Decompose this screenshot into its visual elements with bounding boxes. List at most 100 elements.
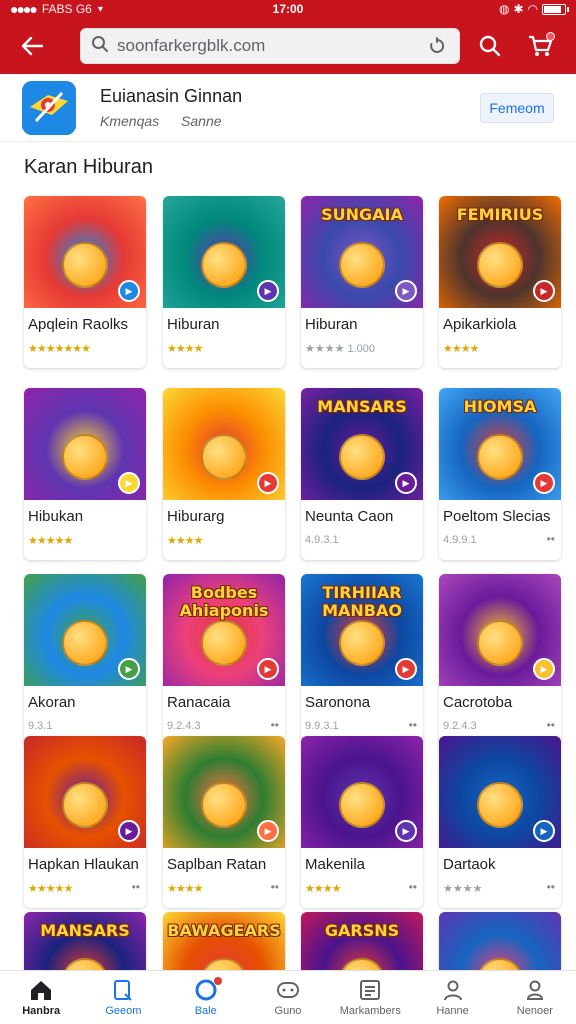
app-card[interactable]: ▶ Saplban Ratan ★★★★ •• — [163, 736, 285, 908]
app-card[interactable]: ▶ Apqlein Raolks ★★★★★★★ — [24, 196, 146, 368]
account-icon — [522, 978, 548, 1002]
thumbnail-title: BAWAGEARS — [167, 921, 281, 940]
app-card[interactable]: SUNGAIA ▶ Hiburan ★★★★ 1.000 — [301, 196, 423, 368]
book-icon — [110, 978, 136, 1002]
app-card-title: Saronona — [305, 694, 371, 711]
app-card-title: Makenila — [305, 856, 366, 873]
battery-icon — [542, 3, 569, 15]
app-card-rating: 9.2.4.3 — [443, 720, 477, 732]
play-badge-icon: ▶ — [395, 658, 417, 680]
app-card[interactable]: Bodbes Ahiaponis ▶ Ranacaia 9.2.4.3 •• — [163, 574, 285, 746]
app-card-rating: ★★★★ — [443, 883, 483, 895]
section-title: Karan Hiburan — [24, 156, 153, 178]
app-card-rating: 9.9.3.1 — [305, 720, 339, 732]
back-arrow-icon[interactable] — [12, 26, 52, 66]
more-options-icon[interactable]: •• — [547, 532, 555, 546]
nav-label-list: Markambers — [339, 1005, 401, 1017]
cart-badge — [546, 32, 555, 41]
app-card[interactable]: ▶ Hiburarg ★★★★ — [163, 388, 285, 560]
character-icon — [201, 434, 247, 480]
character-icon — [339, 242, 385, 288]
more-options-icon[interactable]: •• — [132, 880, 140, 894]
app-card-rating: ★★★★ — [167, 535, 203, 547]
more-options-icon[interactable]: •• — [409, 718, 417, 732]
nav-item-games[interactable]: Guno — [247, 971, 329, 1024]
app-thumbnail: FEMIRIUS ▶ — [439, 196, 561, 308]
character-icon — [339, 620, 385, 666]
app-card[interactable]: ▶ Dartaok ★★★★ •• — [439, 736, 561, 908]
app-thumbnail: HIOMSA ▶ — [439, 388, 561, 500]
play-badge-icon: ▶ — [118, 658, 140, 680]
app-card-title: Saplban Ratan — [167, 856, 267, 873]
url-search-bar[interactable] — [80, 28, 460, 64]
cart-icon[interactable] — [520, 26, 560, 66]
app-card[interactable]: ▶ Makenila ★★★★ •• — [301, 736, 423, 908]
more-options-icon[interactable]: •• — [271, 880, 279, 894]
app-card[interactable]: ▶ Hibukan ★★★★★ — [24, 388, 146, 560]
wifi-icon: ◠ — [527, 2, 538, 16]
play-badge-icon: ▶ — [118, 820, 140, 842]
app-card-rating: ★★★★★★★ — [28, 343, 91, 355]
more-options-icon[interactable]: •• — [547, 880, 555, 894]
app-card[interactable]: FEMIRIUS ▶ Apikarkiola ★★★★ — [439, 196, 561, 368]
app-thumbnail: ▶ — [439, 574, 561, 686]
install-button[interactable]: Femeom — [480, 92, 554, 123]
more-options-icon[interactable]: •• — [271, 718, 279, 732]
play-badge-icon: ▶ — [257, 280, 279, 302]
status-bar: ●●●● FABS G6 ▾ 17:00 ◍ ✱ ◠ — [0, 0, 576, 18]
notification-dot — [213, 977, 222, 985]
app-info: Euianasin Ginnan Kmenqas Sanne — [100, 86, 242, 129]
app-card[interactable]: ▶ Hiburan ★★★★ — [163, 196, 285, 368]
app-card-title: Apikarkiola — [443, 316, 517, 333]
app-subtitle: Kmenqas Sanne — [100, 113, 242, 129]
app-card[interactable]: ▶ Akoran 9.3.1 — [24, 574, 146, 746]
app-card-title: Hapkan Hlaukan — [28, 856, 139, 873]
more-options-icon[interactable]: •• — [547, 718, 555, 732]
app-thumbnail: ▶ — [24, 388, 146, 500]
character-icon — [201, 782, 247, 828]
carrier-label: FABS G6 — [41, 2, 92, 16]
app-card-title: Neunta Caon — [305, 508, 394, 525]
app-card[interactable]: MANSARS ▶ Neunta Caon 4.9.3.1 — [301, 388, 423, 560]
nav-label-account: Nenoer — [516, 1005, 553, 1017]
play-badge-icon: ▶ — [533, 280, 555, 302]
search-input[interactable] — [117, 36, 425, 56]
nav-item-books[interactable]: Geeom — [82, 971, 164, 1024]
app-screen: { "status_bar": {"carrier": "FABS G6", "… — [0, 0, 576, 1024]
app-card-rating: ★★★★ — [305, 883, 341, 895]
app-card-title: Ranacaia — [167, 694, 231, 711]
more-options-icon[interactable]: •• — [409, 880, 417, 894]
nav-label-home: Hanbra — [22, 1005, 61, 1017]
app-category: Sanne — [181, 113, 222, 129]
play-badge-icon: ▶ — [257, 472, 279, 494]
app-card-rating: ★★★★ — [167, 883, 203, 895]
play-badge-icon: ▶ — [533, 472, 555, 494]
search-button-icon[interactable] — [470, 26, 510, 66]
thumbnail-title: Bodbes Ahiaponis — [179, 583, 269, 620]
app-card[interactable]: ▶ Hapkan Hlaukan ★★★★★ •• — [24, 736, 146, 908]
location-icon: ◍ — [498, 2, 510, 16]
app-card[interactable]: HIOMSA ▶ Poeltom Slecias 4.9.9.1 •• — [439, 388, 561, 560]
app-thumbnail: Bodbes Ahiaponis ▶ — [163, 574, 285, 686]
app-card-rating: ★★★★ 1.000 — [305, 343, 376, 355]
nav-label-person: Hanne — [436, 1005, 469, 1017]
nav-label-books: Geeom — [105, 1005, 142, 1017]
character-icon — [62, 434, 108, 480]
app-card[interactable]: ▶ Cacrotoba 9.2.4.3 •• — [439, 574, 561, 746]
refresh-icon[interactable] — [425, 34, 449, 58]
nav-item-bale[interactable]: Bale — [165, 971, 247, 1024]
nav-item-list[interactable]: Markambers — [329, 971, 411, 1024]
app-card[interactable]: TIRHIIAR MANBAO ▶ Saronona 9.9.3.1 •• — [301, 574, 423, 746]
app-card-rating: ★★★★★ — [28, 535, 73, 547]
app-card-rating: 9.2.4.3 — [167, 720, 201, 732]
app-thumbnail: MANSARS ▶ — [301, 388, 423, 500]
nav-item-home[interactable]: Hanbra — [0, 971, 82, 1024]
nav-item-account[interactable]: Nenoer — [494, 971, 576, 1024]
app-card-title: Dartaok — [443, 856, 496, 873]
thumbnail-title: GARSNS — [324, 921, 400, 940]
controller-icon — [275, 978, 301, 1002]
nav-item-person[interactable]: Hanne — [411, 971, 493, 1024]
character-icon — [339, 782, 385, 828]
play-badge-icon: ▶ — [118, 472, 140, 494]
app-card-rating: ★★★★ — [443, 343, 479, 355]
